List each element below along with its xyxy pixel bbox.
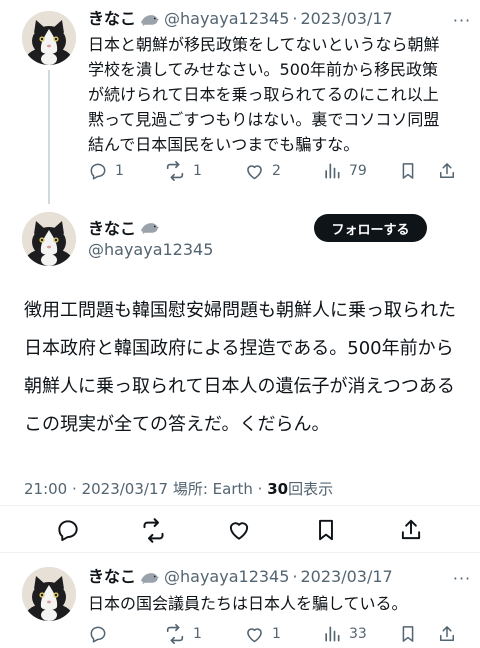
author-handle[interactable]: @hayaya12345 xyxy=(164,9,289,29)
tweet-actions: 1 1 2 79 xyxy=(88,160,458,182)
views-icon xyxy=(322,624,342,644)
retweet-count: 1 xyxy=(193,626,202,642)
cat-avatar-image xyxy=(22,212,76,266)
tweet-header: きなこ @hayaya12345 · 2023/03/17 xyxy=(88,9,393,29)
heart-icon xyxy=(244,624,265,645)
share-button[interactable] xyxy=(437,160,457,182)
bookmark-button[interactable] xyxy=(398,623,418,645)
tweet-text: 徴用工問題も韓国慰安婦問題も朝鮮人に乗っ取られた日本政府と韓国政府による捏造であ… xyxy=(24,300,456,435)
seal-emoji-icon xyxy=(139,569,160,585)
tweet-time[interactable]: 21:00 xyxy=(24,480,67,498)
cat-avatar-image xyxy=(22,567,76,621)
heart-icon xyxy=(244,161,265,182)
retweet-icon xyxy=(140,517,167,544)
tweet-actions: 1 1 33 xyxy=(88,623,458,645)
seal-emoji-icon xyxy=(139,11,160,27)
more-icon[interactable]: ··· xyxy=(452,10,472,30)
reply-count: 1 xyxy=(115,163,124,179)
reply-button[interactable] xyxy=(55,515,81,545)
tweet-date[interactable]: 2023/03/17 xyxy=(301,567,393,587)
bookmark-icon xyxy=(398,161,418,181)
author-handle[interactable]: @hayaya12345 xyxy=(164,567,289,587)
heart-icon xyxy=(226,517,252,543)
cat-avatar-image xyxy=(22,11,76,65)
tweet-actions xyxy=(0,515,480,545)
view-count: 33 xyxy=(349,626,367,642)
author-name-row: きなこ xyxy=(88,215,164,239)
divider xyxy=(0,505,480,506)
bookmark-icon xyxy=(398,624,418,644)
tweet-text: 日本と朝鮮が移民政策をしてないというなら朝鮮学校を潰してみせなさい。500年前か… xyxy=(88,35,440,154)
divider xyxy=(0,552,480,553)
author-handle[interactable]: @hayaya12345 xyxy=(88,240,213,259)
bookmark-button[interactable] xyxy=(313,515,339,545)
like-count: 1 xyxy=(272,626,281,642)
like-button[interactable]: 2 xyxy=(244,160,281,182)
retweet-button[interactable]: 1 xyxy=(164,623,202,645)
follow-button[interactable]: フォローする xyxy=(314,214,427,242)
share-button[interactable] xyxy=(437,623,457,645)
author-name[interactable]: きなこ xyxy=(88,215,136,239)
reply-button[interactable]: 1 xyxy=(88,160,124,182)
views-button[interactable]: 33 xyxy=(322,623,367,645)
retweet-icon xyxy=(164,160,186,182)
view-count: 79 xyxy=(349,163,367,179)
reply-icon xyxy=(88,624,108,644)
tweet-date[interactable]: 2023/03/17 xyxy=(82,480,168,498)
reply-icon xyxy=(55,517,81,543)
bookmark-icon xyxy=(313,517,339,543)
share-icon xyxy=(437,624,457,644)
view-label: 回表示 xyxy=(288,480,334,498)
author-name[interactable]: きなこ xyxy=(88,567,136,587)
reply-button[interactable] xyxy=(88,623,115,645)
share-icon xyxy=(398,517,424,543)
separator: · xyxy=(72,480,77,498)
bookmark-button[interactable] xyxy=(398,160,418,182)
retweet-button[interactable] xyxy=(140,515,167,545)
views-button[interactable]: 79 xyxy=(322,160,367,182)
tweet-header: きなこ @hayaya12345 · 2023/03/17 xyxy=(88,567,393,587)
tweet-text: 日本の国会議員たちは日本人を騙している。 xyxy=(88,594,408,613)
avatar[interactable] xyxy=(22,212,76,266)
like-button[interactable]: 1 xyxy=(244,623,281,645)
reply-icon xyxy=(88,161,108,181)
separator: · xyxy=(257,480,263,498)
avatar[interactable] xyxy=(22,11,76,65)
retweet-count: 1 xyxy=(193,163,202,179)
tweet-date[interactable]: 2023/03/17 xyxy=(301,9,393,29)
separator: · xyxy=(292,567,298,586)
more-icon[interactable]: ··· xyxy=(452,568,472,588)
tweet-location: 場所: Earth xyxy=(172,480,253,498)
retweet-button[interactable]: 1 xyxy=(164,160,202,182)
share-icon xyxy=(437,161,457,181)
thread-line xyxy=(48,70,50,204)
separator: · xyxy=(292,9,298,28)
like-count: 2 xyxy=(272,163,281,179)
author-name[interactable]: きなこ xyxy=(88,9,136,29)
like-button[interactable] xyxy=(226,515,252,545)
seal-emoji-icon xyxy=(139,219,160,235)
avatar[interactable] xyxy=(22,567,76,621)
views-icon xyxy=(322,161,342,181)
retweet-icon xyxy=(164,623,186,645)
view-count: 30 xyxy=(267,480,289,498)
share-button[interactable] xyxy=(398,515,424,545)
tweet-meta: 21:00 · 2023/03/17 場所: Earth · 30回表示 xyxy=(24,478,333,499)
